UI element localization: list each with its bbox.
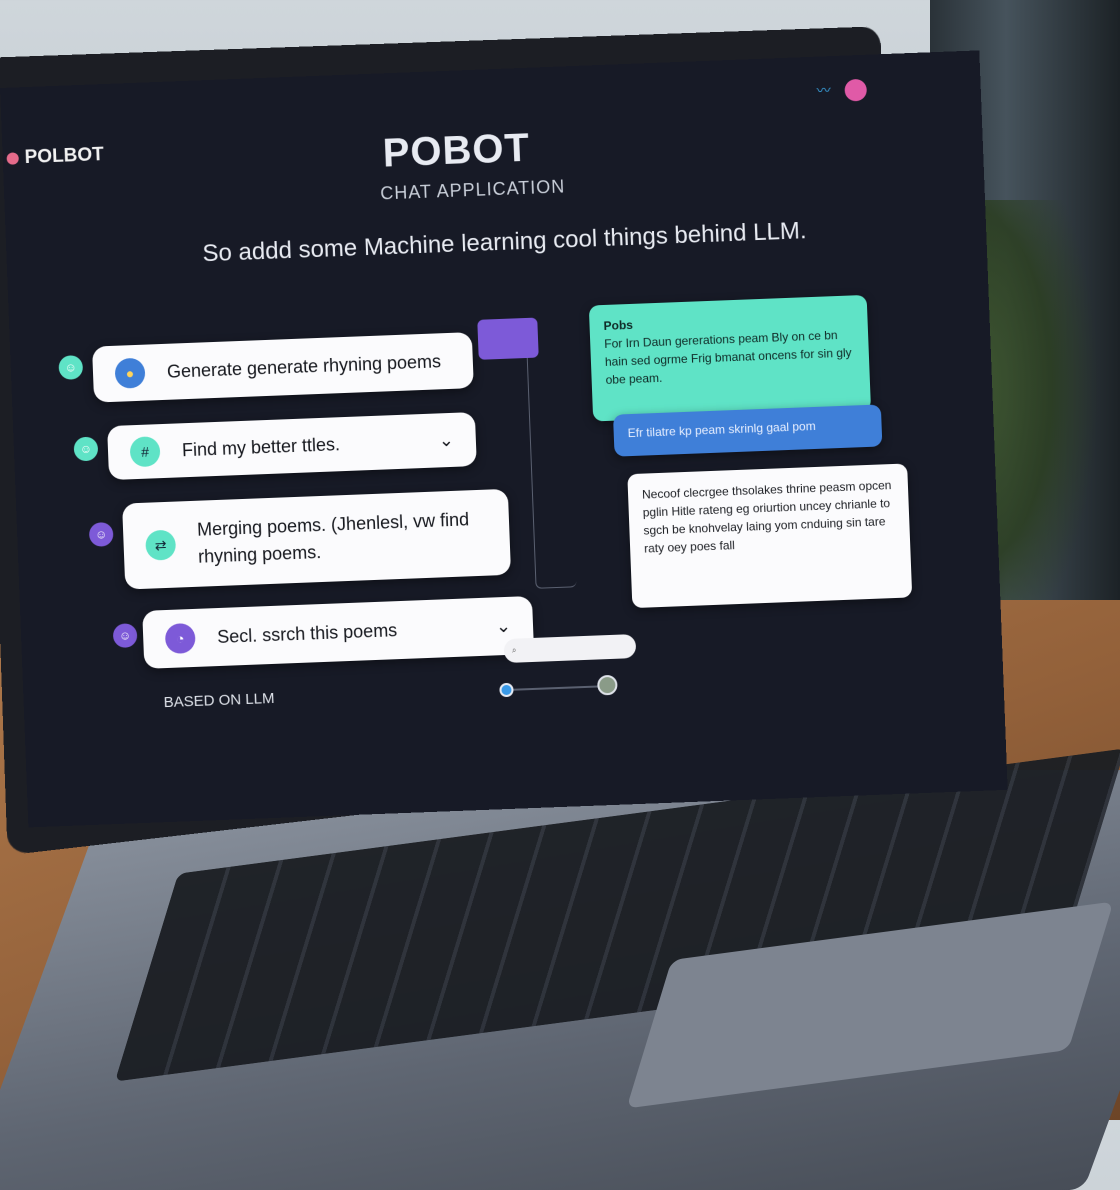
response-text: Efr tilatre kp peam skrinlg gaal pom <box>627 418 816 441</box>
command-label: Merging poems. (Jhenlesl, vw find rhynin… <box>196 509 470 567</box>
laptop-screen: POLBOT 〰 POBOT CHAT APPLICATION So addd … <box>0 50 1008 828</box>
response-text: For Irn Daun gererations peam Bly on ce … <box>604 328 852 387</box>
command-card-search[interactable]: ◔ Secl. ssrch this poems ⌄ <box>142 595 535 669</box>
chat-step-icon: ☺ <box>112 623 138 649</box>
chat-step-icon: ☺ <box>73 436 99 462</box>
response-text: Necoof clecrgee thsolakes thrine peasm o… <box>641 478 892 556</box>
magnifier-icon: ⌕ <box>511 645 517 655</box>
slider-handle[interactable] <box>499 682 514 698</box>
app-logo[interactable]: POLBOT <box>6 144 104 170</box>
response-card-secondary[interactable]: Efr tilatre kp peam skrinlg gaal pom <box>612 404 883 457</box>
chat-step-icon: ☺ <box>58 355 84 380</box>
logo-dot-icon <box>6 152 19 165</box>
footer-label: BASED ON LLM <box>163 689 275 712</box>
command-card-find[interactable]: # Find my better ttles. ⌄ <box>107 412 477 481</box>
command-label: Find my better ttles. <box>181 433 341 460</box>
command-label: Generate generate rhyning poems <box>166 350 442 382</box>
app-logo-text: POLBOT <box>24 144 105 169</box>
tag-button[interactable] <box>477 317 539 360</box>
merge-icon: ⇄ <box>145 529 177 561</box>
emoji-icon: ● <box>114 357 146 389</box>
chat-step-icon: ☺ <box>88 521 114 547</box>
page-subtitle: CHAT APPLICATION <box>379 176 566 204</box>
search-input[interactable]: ⌕ <box>503 634 637 664</box>
command-card-generate[interactable]: ● Generate generate rhyning poems <box>91 332 474 403</box>
chevron-down-icon[interactable]: ⌄ <box>438 429 454 451</box>
headline-text: So addd some Machine learning cool thing… <box>201 217 807 268</box>
response-card-primary[interactable]: Pobs For Irn Daun gererations peam Bly o… <box>588 294 872 422</box>
hash-icon: # <box>129 436 161 468</box>
avatar[interactable] <box>596 674 618 696</box>
profile-icon[interactable] <box>844 79 868 102</box>
search-icon: ◔ <box>164 622 196 655</box>
flow-connector <box>526 356 577 589</box>
chevron-down-icon[interactable]: ⌄ <box>496 615 512 637</box>
page-title: POBOT <box>381 125 531 176</box>
command-card-merge[interactable]: ⇄ Merging poems. (Jhenlesl, vw find rhyn… <box>122 488 512 590</box>
progress-slider[interactable] <box>499 682 606 698</box>
response-card-detail[interactable]: Necoof clecrgee thsolakes thrine peasm o… <box>627 463 913 609</box>
top-right-icons: 〰 <box>816 79 868 103</box>
command-label: Secl. ssrch this poems <box>216 619 398 647</box>
wave-icon[interactable]: 〰 <box>816 82 831 99</box>
